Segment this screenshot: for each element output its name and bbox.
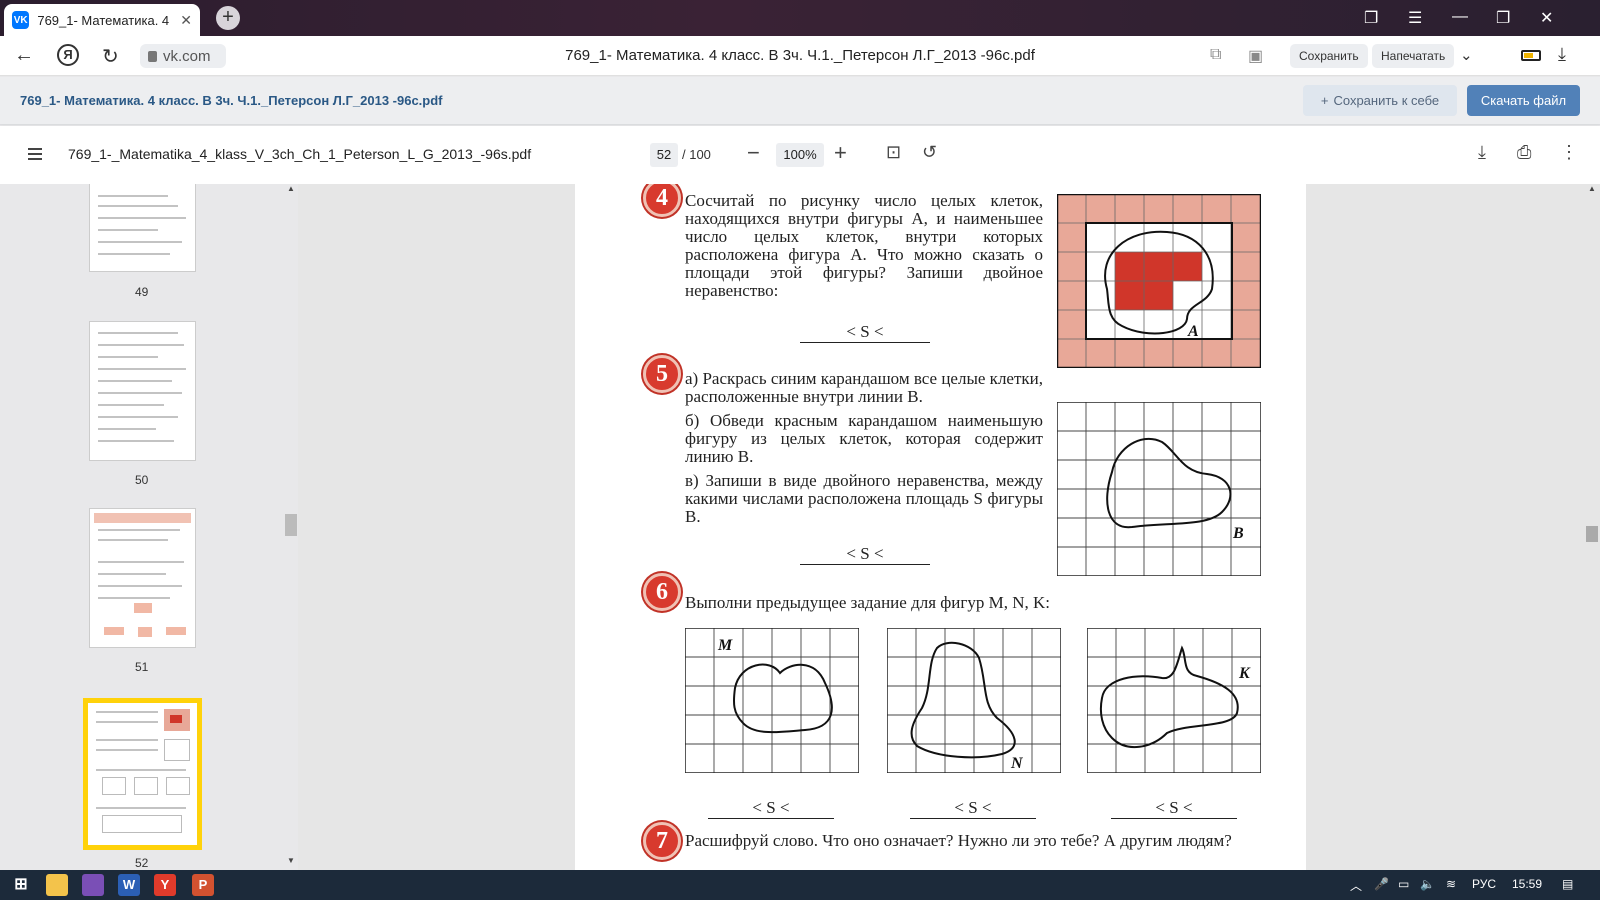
- main-scroll-up-icon[interactable]: ▲: [1588, 184, 1596, 193]
- volume-icon[interactable]: 🔈: [1420, 877, 1435, 891]
- task6-inequality-m: < S <: [708, 798, 834, 819]
- windows-start-icon[interactable]: ⊞: [10, 874, 32, 896]
- figure-m-label: M: [717, 637, 733, 654]
- pdf-page: 4 Сосчитай по рисунку число целых клеток…: [575, 184, 1306, 870]
- pdf-toolbar: 769_1-_Matematika_4_klass_V_3ch_Ch_1_Pet…: [0, 126, 1600, 184]
- page-total: / 100: [682, 147, 711, 162]
- task6-inequality-k: < S <: [1111, 798, 1237, 819]
- powerpoint-icon[interactable]: P: [192, 874, 214, 896]
- scroll-up-icon[interactable]: ▲: [287, 184, 295, 193]
- thumbnail-page-selected[interactable]: [83, 698, 202, 850]
- task-number: 5: [643, 355, 681, 393]
- figure-a-label: A: [1187, 323, 1199, 340]
- browser-tab[interactable]: VK 769_1- Математика. 4 к ✕: [4, 4, 200, 36]
- minimize-icon[interactable]: —: [1452, 8, 1468, 26]
- figure-b-label: B: [1232, 525, 1244, 542]
- download-file-button[interactable]: Скачать файл: [1467, 85, 1580, 116]
- clock[interactable]: 15:59: [1512, 877, 1542, 891]
- explorer-icon[interactable]: [46, 874, 68, 896]
- rotate-icon[interactable]: ↺: [922, 142, 937, 163]
- fit-page-icon[interactable]: ⊡: [886, 142, 901, 163]
- thumbnail-page[interactable]: [89, 184, 196, 272]
- pdf-download-icon[interactable]: ⤓: [1478, 142, 1486, 163]
- battery-tray-icon[interactable]: ▭: [1398, 877, 1409, 891]
- task5-part-c: в) Запиши в виде двойного неравенства, м…: [685, 471, 1043, 526]
- language-indicator[interactable]: РУС: [1472, 877, 1496, 891]
- browser-tab-strip: VK 769_1- Математика. 4 к ✕ + ❐ ☰ — ❐ ✕: [0, 0, 1600, 36]
- new-tab-button[interactable]: +: [216, 6, 240, 30]
- scroll-down-icon[interactable]: ▼: [287, 856, 295, 865]
- task-number: 6: [643, 573, 681, 611]
- microphone-icon[interactable]: 🎤: [1374, 877, 1389, 891]
- page-number-input[interactable]: 52: [650, 143, 678, 167]
- battery-icon[interactable]: [1521, 50, 1541, 61]
- main-scroll-thumb[interactable]: [1586, 526, 1598, 542]
- extension-icon[interactable]: ▣: [1248, 46, 1263, 66]
- figure-a-grid: A: [1057, 194, 1261, 368]
- thumbnail-page[interactable]: [89, 321, 196, 461]
- menu-icon[interactable]: ☰: [1408, 8, 1422, 28]
- visual-studio-icon[interactable]: [82, 874, 104, 896]
- zoom-out-icon[interactable]: −: [747, 140, 760, 166]
- figure-n-label: N: [1010, 755, 1024, 772]
- tab-close-icon[interactable]: ✕: [180, 12, 192, 29]
- downloads-icon[interactable]: ⤓: [1558, 44, 1566, 65]
- task6-inequality-n: < S <: [910, 798, 1036, 819]
- zoom-in-icon[interactable]: +: [834, 140, 847, 166]
- figure-b-grid: B: [1057, 402, 1261, 576]
- tray-chevron-icon[interactable]: ︿: [1350, 877, 1362, 894]
- notifications-icon[interactable]: ▤: [1562, 877, 1573, 891]
- vk-icon: VK: [12, 11, 30, 29]
- pdf-file-name: 769_1-_Matematika_4_klass_V_3ch_Ch_1_Pet…: [68, 146, 532, 162]
- print-button[interactable]: Напечатать: [1372, 44, 1455, 68]
- pdf-viewer: 49 50 51 52 ▲ ▼ 4 Сосчитай по рисунку чи…: [0, 184, 1600, 870]
- task5-inequality: < S <: [800, 544, 930, 565]
- bookmarks-icon[interactable]: ❐: [1364, 8, 1378, 28]
- task5-part-a: а) Раскрась синим карандашом все целые к…: [685, 369, 1044, 406]
- task4-inequality: < S <: [800, 322, 930, 343]
- zoom-level[interactable]: 100%: [776, 143, 824, 167]
- os-taskbar: ⊞ W Y P ︿ 🎤 ▭ 🔈 ≋ РУС 15:59 ▤: [0, 870, 1600, 900]
- task6-text: Выполни предыдущее задание для фигур M, …: [685, 593, 1051, 612]
- wifi-icon[interactable]: ≋: [1446, 877, 1456, 891]
- save-to-self-label: Сохранить к себе: [1333, 93, 1440, 108]
- task4-text: Сосчитай по рисунку число целых клеток, …: [685, 191, 1043, 300]
- pdf-print-icon[interactable]: ⎙: [1517, 142, 1531, 163]
- yandex-browser-icon[interactable]: Y: [154, 874, 176, 896]
- tab-title: 769_1- Математика. 4 к: [37, 12, 173, 28]
- close-window-icon[interactable]: ✕: [1540, 8, 1553, 28]
- sidebar-scroll-thumb[interactable]: [285, 514, 297, 536]
- copy-icon[interactable]: ⧉: [1210, 46, 1221, 64]
- task-number: 7: [643, 822, 681, 860]
- thumbnail-page[interactable]: [89, 508, 196, 648]
- save-to-self-button[interactable]: + Сохранить к себе: [1303, 85, 1457, 116]
- sidebar-toggle-icon[interactable]: [28, 148, 42, 163]
- figure-k-grid: K: [1087, 628, 1261, 773]
- more-options-icon[interactable]: ⋮: [1560, 142, 1578, 163]
- save-button[interactable]: Сохранить: [1290, 44, 1368, 68]
- figure-n-grid: N: [887, 628, 1061, 773]
- task7-text: Расшифруй слово. Что оно означает? Нужно…: [685, 831, 1232, 850]
- vk-doc-header: 769_1- Математика. 4 класс. В 3ч. Ч.1._П…: [0, 77, 1600, 125]
- thumbnail-sidebar: 49 50 51 52 ▲ ▼: [0, 184, 298, 870]
- address-bar: ← Я ↻ vk.com 769_1- Математика. 4 класс.…: [0, 36, 1600, 76]
- chevron-down-icon[interactable]: ⌄: [1460, 46, 1473, 64]
- plus-icon: +: [1320, 93, 1329, 108]
- word-icon[interactable]: W: [118, 874, 140, 896]
- figure-k-label: K: [1238, 665, 1251, 682]
- vk-file-name[interactable]: 769_1- Математика. 4 класс. В 3ч. Ч.1._П…: [20, 93, 443, 108]
- figure-m-grid: M: [685, 628, 859, 773]
- task5-part-b: б) Обведи красным карандашом наименьшую …: [685, 411, 1043, 466]
- task-number: 4: [643, 184, 681, 217]
- maximize-icon[interactable]: ❐: [1496, 8, 1510, 28]
